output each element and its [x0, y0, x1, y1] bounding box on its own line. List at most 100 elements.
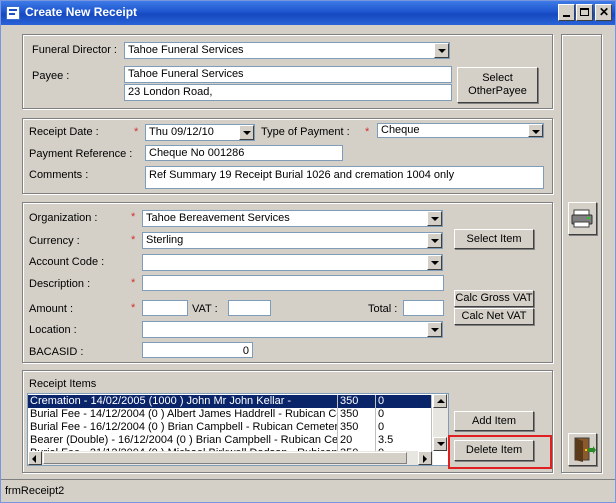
list-item[interactable]: Bearer (Double) - 16/12/2004 (0 ) Brian … — [28, 434, 432, 447]
maximize-button[interactable] — [576, 4, 593, 21]
select-other-payee-button[interactable]: Select OtherPayee — [457, 67, 538, 103]
payment-reference-field[interactable]: Cheque No 001286 — [145, 145, 343, 161]
arrow-down-icon — [437, 442, 445, 446]
close-icon: ✕ — [599, 5, 610, 19]
funeral-director-label: Funeral Director : — [32, 44, 117, 56]
arrow-left-icon — [32, 455, 36, 463]
organization-select[interactable]: Tahoe Bereavement Services — [142, 210, 443, 227]
description-label: Description : — [29, 278, 91, 290]
item-description-cell: Burial Fee - 16/12/2004 (0 ) Brian Campb… — [30, 421, 338, 434]
calc-gross-vat-button[interactable]: Calc Gross VAT — [454, 290, 534, 307]
vat-field[interactable] — [228, 300, 271, 316]
required-marker: * — [134, 126, 139, 138]
print-button[interactable] — [568, 202, 597, 235]
form-name-status: frmReceipt2 — [5, 485, 65, 497]
side-toolbar — [561, 34, 602, 473]
director-panel: Funeral Director : Tahoe Funeral Service… — [22, 34, 553, 109]
select-item-button[interactable]: Select Item — [454, 229, 534, 249]
chevron-down-icon[interactable] — [528, 124, 543, 137]
delete-item-button[interactable]: Delete Item — [454, 440, 534, 461]
vertical-scrollbar[interactable] — [433, 394, 448, 451]
vat-label: VAT : — [192, 303, 218, 315]
item-amount-cell: 350 — [338, 408, 376, 421]
printer-icon — [571, 209, 593, 228]
chevron-down-icon[interactable] — [427, 255, 442, 270]
total-field[interactable] — [403, 300, 444, 316]
account-code-label: Account Code : — [29, 256, 105, 268]
scroll-left-button[interactable] — [28, 451, 42, 465]
horizontal-scrollbar[interactable] — [28, 451, 433, 465]
description-field[interactable] — [142, 275, 444, 291]
receipt-items-panel: Receipt Items Cremation - 14/02/2005 (10… — [22, 370, 553, 473]
chevron-down-icon[interactable] — [427, 211, 442, 226]
minimize-button[interactable] — [558, 4, 575, 21]
exit-door-icon — [574, 437, 596, 462]
receipt-window: Create New Receipt ✕ Funeral Director : … — [0, 0, 616, 503]
form-icon — [6, 6, 20, 20]
amount-field[interactable] — [142, 300, 188, 316]
location-label: Location : — [29, 324, 77, 336]
receipt-date-picker[interactable]: Thu 09/12/10 — [145, 124, 255, 141]
amount-label: Amount : — [29, 303, 74, 315]
payment-reference-label: Payment Reference : — [29, 148, 133, 160]
item-vat-cell: 0 — [376, 408, 432, 421]
required-marker: * — [131, 302, 136, 314]
type-of-payment-value: Cheque — [381, 124, 420, 136]
item-description-cell: Bearer (Double) - 16/12/2004 (0 ) Brian … — [30, 434, 338, 447]
currency-select[interactable]: Sterling — [142, 232, 443, 249]
item-description-cell: Burial Fee - 14/12/2004 (0 ) Albert Jame… — [30, 408, 338, 421]
required-marker: * — [131, 234, 136, 246]
organization-value: Tahoe Bereavement Services — [146, 212, 290, 224]
chevron-down-icon[interactable] — [427, 233, 442, 248]
calc-net-vat-button[interactable]: Calc Net VAT — [454, 308, 534, 325]
horizontal-scroll-thumb[interactable] — [43, 452, 407, 464]
list-item[interactable]: Burial Fee - 14/12/2004 (0 ) Albert Jame… — [28, 408, 432, 421]
required-marker: * — [131, 211, 136, 223]
payee-name-field[interactable]: Tahoe Funeral Services — [124, 66, 452, 83]
receipt-date-label: Receipt Date : — [29, 126, 99, 138]
list-item[interactable]: Burial Fee - 16/12/2004 (0 ) Brian Campb… — [28, 421, 432, 434]
type-of-payment-select[interactable]: Cheque — [377, 123, 544, 138]
title-bar: Create New Receipt ✕ — [1, 1, 615, 25]
window-title: Create New Receipt — [25, 5, 138, 19]
item-amount-cell: 350 — [338, 421, 376, 434]
required-marker: * — [131, 277, 136, 289]
comments-label: Comments : — [29, 169, 89, 181]
currency-label: Currency : — [29, 235, 80, 247]
item-description-cell: Cremation - 14/02/2005 (1000 ) John Mr J… — [28, 395, 338, 408]
scroll-right-button[interactable] — [418, 451, 432, 465]
type-of-payment-label: Type of Payment : — [261, 126, 350, 138]
comments-field[interactable]: Ref Summary 19 Receipt Burial 1026 and c… — [145, 166, 544, 189]
receipt-details-panel: Receipt Date : * Thu 09/12/10 Type of Pa… — [22, 118, 553, 194]
scroll-up-button[interactable] — [433, 394, 447, 408]
arrow-up-icon — [437, 399, 445, 403]
receipt-items-list[interactable]: Cremation - 14/02/2005 (1000 ) John Mr J… — [27, 393, 449, 466]
minimize-icon — [563, 15, 570, 17]
item-vat-cell: 0 — [376, 421, 432, 434]
receipt-date-value: Thu 09/12/10 — [149, 126, 214, 138]
list-item[interactable]: Cremation - 14/02/2005 (1000 ) John Mr J… — [28, 395, 432, 408]
total-label: Total : — [368, 303, 398, 315]
organization-label: Organization : — [29, 212, 98, 224]
account-code-select[interactable] — [142, 254, 443, 271]
chevron-down-icon[interactable] — [239, 125, 254, 140]
arrow-right-icon — [423, 455, 427, 463]
item-amount-cell: 350 — [338, 395, 376, 408]
chevron-down-icon[interactable] — [434, 43, 449, 58]
bacasid-field[interactable]: 0 — [142, 342, 253, 358]
chevron-down-icon[interactable] — [427, 322, 442, 337]
exit-button[interactable] — [568, 433, 597, 466]
funeral-director-select[interactable]: Tahoe Funeral Services — [124, 42, 450, 59]
close-button[interactable]: ✕ — [595, 4, 612, 21]
location-select[interactable] — [142, 321, 443, 338]
bacasid-label: BACASID : — [29, 346, 84, 358]
payee-address-field[interactable]: 23 London Road, — [124, 84, 452, 101]
add-item-button[interactable]: Add Item — [454, 411, 534, 431]
receipt-items-label: Receipt Items — [29, 378, 97, 390]
scroll-down-button[interactable] — [433, 437, 447, 451]
item-vat-cell: 3.5 — [376, 434, 432, 447]
funeral-director-value: Tahoe Funeral Services — [128, 44, 244, 56]
item-amount-cell: 20 — [338, 434, 376, 447]
item-vat-cell: 0 — [376, 395, 432, 408]
status-divider — [1, 479, 615, 480]
